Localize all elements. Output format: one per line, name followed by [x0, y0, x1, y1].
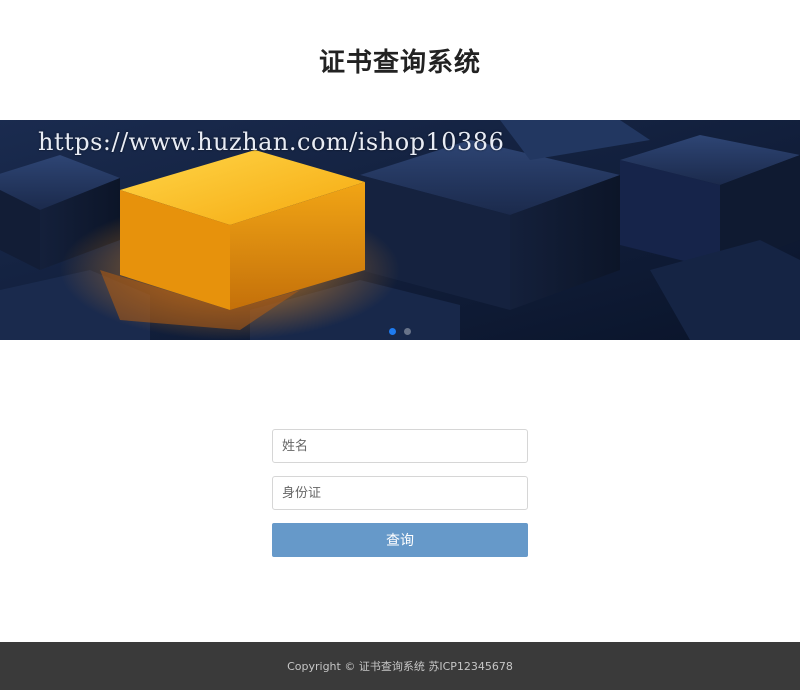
certificate-query-form: 查询 [272, 429, 528, 557]
carousel-indicators [0, 328, 800, 335]
carousel-dot-active[interactable] [389, 328, 396, 335]
page-header: 证书查询系统 [0, 0, 800, 120]
id-card-input[interactable] [272, 476, 528, 510]
copyright-text: Copyright © 证书查询系统 苏ICP12345678 [287, 660, 513, 673]
hero-banner-carousel[interactable]: https://www.huzhan.com/ishop10386 [0, 120, 800, 340]
page-title: 证书查询系统 [318, 47, 481, 78]
banner-watermark-text: https://www.huzhan.com/ishop10386 [38, 128, 505, 156]
name-input[interactable] [272, 429, 528, 463]
carousel-dot[interactable] [404, 328, 411, 335]
query-button[interactable]: 查询 [272, 523, 528, 557]
page-footer: Copyright © 证书查询系统 苏ICP12345678 [0, 642, 800, 690]
